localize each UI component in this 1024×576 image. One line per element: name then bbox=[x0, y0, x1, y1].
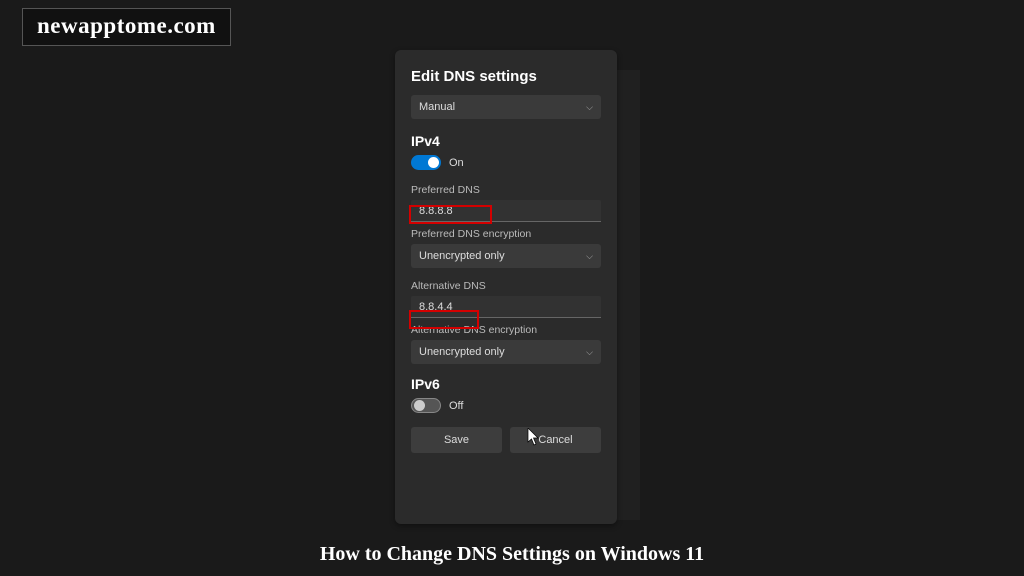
alternative-enc-value: Unencrypted only bbox=[419, 346, 505, 358]
preferred-enc-select[interactable]: Unencrypted only ⌵ bbox=[411, 244, 601, 268]
save-button[interactable]: Save bbox=[411, 427, 502, 453]
dialog-title: Edit DNS settings bbox=[411, 68, 601, 85]
preferred-dns-input[interactable]: 8.8.8.8 bbox=[411, 200, 601, 222]
ipv4-toggle[interactable] bbox=[411, 155, 441, 170]
alternative-enc-label: Alternative DNS encryption bbox=[411, 324, 601, 336]
ipv6-toggle[interactable] bbox=[411, 398, 441, 413]
edit-dns-dialog: Edit DNS settings Manual ⌵ IPv4 On Prefe… bbox=[395, 50, 617, 524]
alternative-enc-select[interactable]: Unencrypted only ⌵ bbox=[411, 340, 601, 364]
dns-mode-select[interactable]: Manual ⌵ bbox=[411, 95, 601, 119]
chevron-down-icon: ⌵ bbox=[586, 102, 593, 113]
chevron-down-icon: ⌵ bbox=[586, 347, 593, 358]
preferred-dns-value: 8.8.8.8 bbox=[419, 205, 453, 217]
ipv6-toggle-label: Off bbox=[449, 400, 463, 412]
chevron-down-icon: ⌵ bbox=[586, 251, 593, 262]
cancel-button[interactable]: Cancel bbox=[510, 427, 601, 453]
ipv4-toggle-label: On bbox=[449, 157, 464, 169]
preferred-enc-label: Preferred DNS encryption bbox=[411, 228, 601, 240]
ipv4-section-title: IPv4 bbox=[411, 133, 601, 149]
watermark-label: newapptome.com bbox=[22, 8, 231, 46]
page-caption: How to Change DNS Settings on Windows 11 bbox=[0, 543, 1024, 566]
dns-mode-value: Manual bbox=[419, 101, 455, 113]
alternative-dns-label: Alternative DNS bbox=[411, 280, 601, 292]
preferred-enc-value: Unencrypted only bbox=[419, 250, 505, 262]
ipv6-section-title: IPv6 bbox=[411, 376, 601, 392]
alternative-dns-value: 8.8.4.4 bbox=[419, 301, 453, 313]
preferred-dns-label: Preferred DNS bbox=[411, 184, 601, 196]
mouse-cursor-icon bbox=[527, 428, 541, 451]
alternative-dns-input[interactable]: 8.8.4.4 bbox=[411, 296, 601, 318]
